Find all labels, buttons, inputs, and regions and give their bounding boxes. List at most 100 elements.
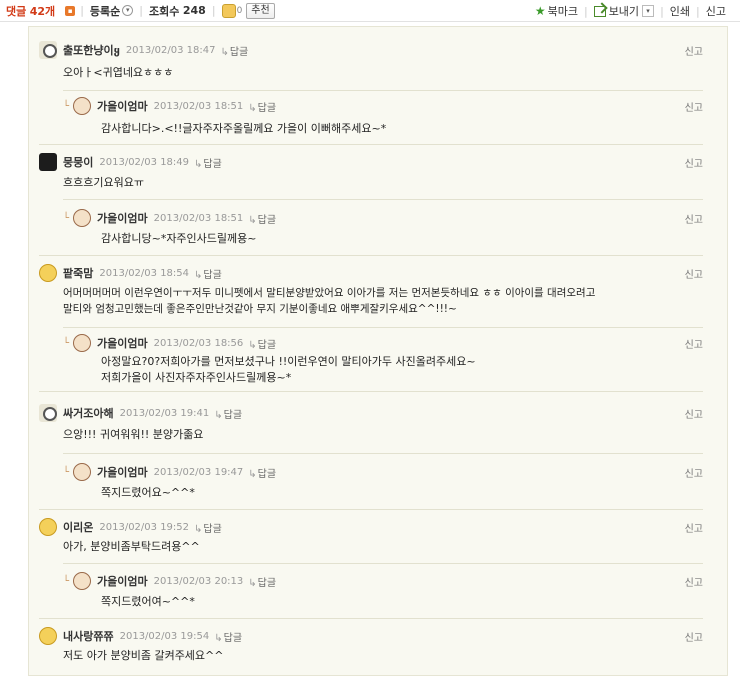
divider: | (583, 4, 588, 18)
comment-text: 으앙!!! 귀여워워!! 분양가졺요 (63, 428, 204, 441)
rss-icon[interactable]: ▪ (65, 5, 76, 16)
views-counter: 조회수 248 (149, 3, 206, 19)
comment-text: 아정말요?0?저희아가를 먼저보셨구나 !!이런우연이 말티아가두 사진올려주세… (101, 355, 476, 384)
comments-count: 42개 (29, 4, 56, 18)
reply-button[interactable]: 답글 (214, 406, 242, 421)
comments-count-label[interactable]: 댓글 42개 (6, 3, 55, 19)
report-button[interactable]: 신고 (685, 629, 703, 644)
comment-text: 쪽지드렸어여~^^* (101, 595, 195, 608)
comment-author[interactable]: 싸거조아해 (63, 405, 114, 421)
divider (39, 391, 703, 392)
avatar[interactable] (73, 334, 92, 352)
divider (63, 327, 703, 328)
report-button[interactable]: 신고 (685, 574, 703, 589)
avatar[interactable] (73, 463, 92, 481)
reply-button[interactable]: 답글 (194, 155, 221, 170)
reply-button[interactable]: 답글 (194, 266, 221, 281)
comment-author[interactable]: 뭉뭉이 (63, 154, 93, 170)
comment-date: 2013/02/03 18:51 (153, 212, 244, 224)
comment-author[interactable]: 가을이엄마 (97, 573, 148, 589)
comment-text: 쪽지드렸어요~^^* (101, 486, 195, 499)
avatar[interactable] (73, 572, 92, 590)
print-button[interactable]: 인쇄 (670, 3, 690, 19)
bookmark-button[interactable]: ★ 북마크 (535, 3, 578, 19)
report-button[interactable]: 신고 (685, 99, 703, 114)
comment-list: 출또한냥이ყ 2013/02/03 18:47 답글 신고 오아ㅏ<귀엽네요ㅎㅎ… (28, 26, 728, 676)
recommend-button[interactable]: 추천 (246, 2, 275, 19)
comment-author[interactable]: 출또한냥이ყ (63, 42, 120, 58)
thumbs-up-icon (221, 3, 236, 18)
divider: | (80, 4, 84, 17)
comment-date: 2013/02/03 19:41 (119, 407, 210, 419)
report-button[interactable]: 신고 (685, 43, 703, 58)
divider: | (696, 4, 700, 18)
avatar[interactable] (39, 627, 57, 645)
avatar[interactable] (73, 209, 92, 227)
divider (63, 199, 703, 200)
bookmark-label: 북마크 (547, 5, 578, 18)
comment-author[interactable]: 가을이엄마 (97, 464, 148, 480)
comment-date: 2013/02/03 18:47 (125, 44, 216, 56)
comment-author[interactable]: 가을이엄마 (97, 98, 148, 114)
sort-label: 등록순 (89, 4, 121, 18)
avatar[interactable] (73, 97, 92, 115)
send-label: 보내기 (608, 5, 640, 18)
divider (39, 255, 703, 256)
divider (63, 90, 703, 91)
comment-author[interactable]: 가을이엄마 (97, 210, 148, 226)
comment-date: 2013/02/03 18:54 (99, 267, 190, 279)
sort-dropdown[interactable]: 등록순 ▾ (89, 3, 134, 19)
share-icon (593, 5, 606, 17)
divider: | (211, 4, 216, 17)
comment-text: 오아ㅏ<귀엽네요ㅎㅎㅎ (63, 66, 174, 79)
avatar[interactable] (39, 153, 57, 171)
reply-button[interactable]: 답글 (220, 43, 248, 58)
star-icon: ★ (534, 4, 546, 18)
report-button[interactable]: 신고 (685, 155, 703, 170)
comment-author[interactable]: 이리온 (63, 519, 93, 535)
comment-date: 2013/02/03 20:13 (153, 575, 244, 587)
divider (39, 144, 703, 145)
comment-text: 감사합니당~*자주인사드릴께용~ (101, 232, 257, 245)
divider (39, 618, 703, 619)
reply-button[interactable]: 답글 (214, 629, 242, 644)
comment-date: 2013/02/03 18:51 (153, 100, 244, 112)
reply-button[interactable]: 답글 (248, 99, 276, 114)
reply-button[interactable]: 답글 (248, 336, 276, 351)
comment-text: 감사합니다>.<!!글자주자주올릴께요 가을이 이뻐해주세요~* (101, 122, 387, 135)
report-button[interactable]: 신고 (685, 465, 703, 480)
comments-label: 댓글 (6, 4, 27, 18)
avatar[interactable] (39, 41, 57, 59)
comment-toolbar: 댓글 42개 ▪ | 등록순 ▾ | 조회수 248 | 0 추천 ★ 북마크 … (0, 0, 740, 22)
reply-button[interactable]: 답글 (248, 574, 276, 589)
like-counter[interactable]: 0 추천 (221, 2, 275, 19)
comment-date: 2013/02/03 19:52 (99, 521, 190, 533)
divider (63, 563, 703, 564)
chevron-down-icon[interactable]: ▾ (642, 5, 655, 17)
reply-arrow-icon: └ (63, 212, 70, 224)
avatar[interactable] (39, 264, 57, 282)
report-button[interactable]: 신고 (685, 520, 703, 535)
send-button[interactable]: 보내기 ▾ (593, 3, 655, 19)
reply-arrow-icon: └ (63, 100, 70, 112)
avatar[interactable] (39, 404, 57, 422)
report-button[interactable]: 신고 (685, 211, 703, 226)
comment-text: 흐흐흐기요워요ㅠ (63, 176, 144, 189)
comment-author[interactable]: 내사랑쮸쮸 (63, 628, 114, 644)
reply-arrow-icon: └ (63, 337, 70, 349)
views-value: 248 (182, 4, 206, 17)
reply-button[interactable]: 답글 (248, 465, 276, 480)
report-button[interactable]: 신고 (685, 266, 703, 281)
comment-date: 2013/02/03 18:49 (99, 156, 190, 168)
report-button[interactable]: 신고 (685, 336, 703, 351)
avatar[interactable] (39, 518, 57, 536)
comment-date: 2013/02/03 19:54 (119, 630, 210, 642)
reply-button[interactable]: 답글 (248, 211, 276, 226)
report-post-button[interactable]: 신고 (706, 3, 726, 19)
reply-button[interactable]: 답글 (194, 520, 221, 535)
comment-author[interactable]: 가을이엄마 (97, 335, 148, 351)
views-label: 조회수 (149, 4, 180, 18)
divider (63, 453, 703, 454)
report-button[interactable]: 신고 (685, 406, 703, 421)
comment-author[interactable]: 팥죽맘 (63, 265, 93, 281)
